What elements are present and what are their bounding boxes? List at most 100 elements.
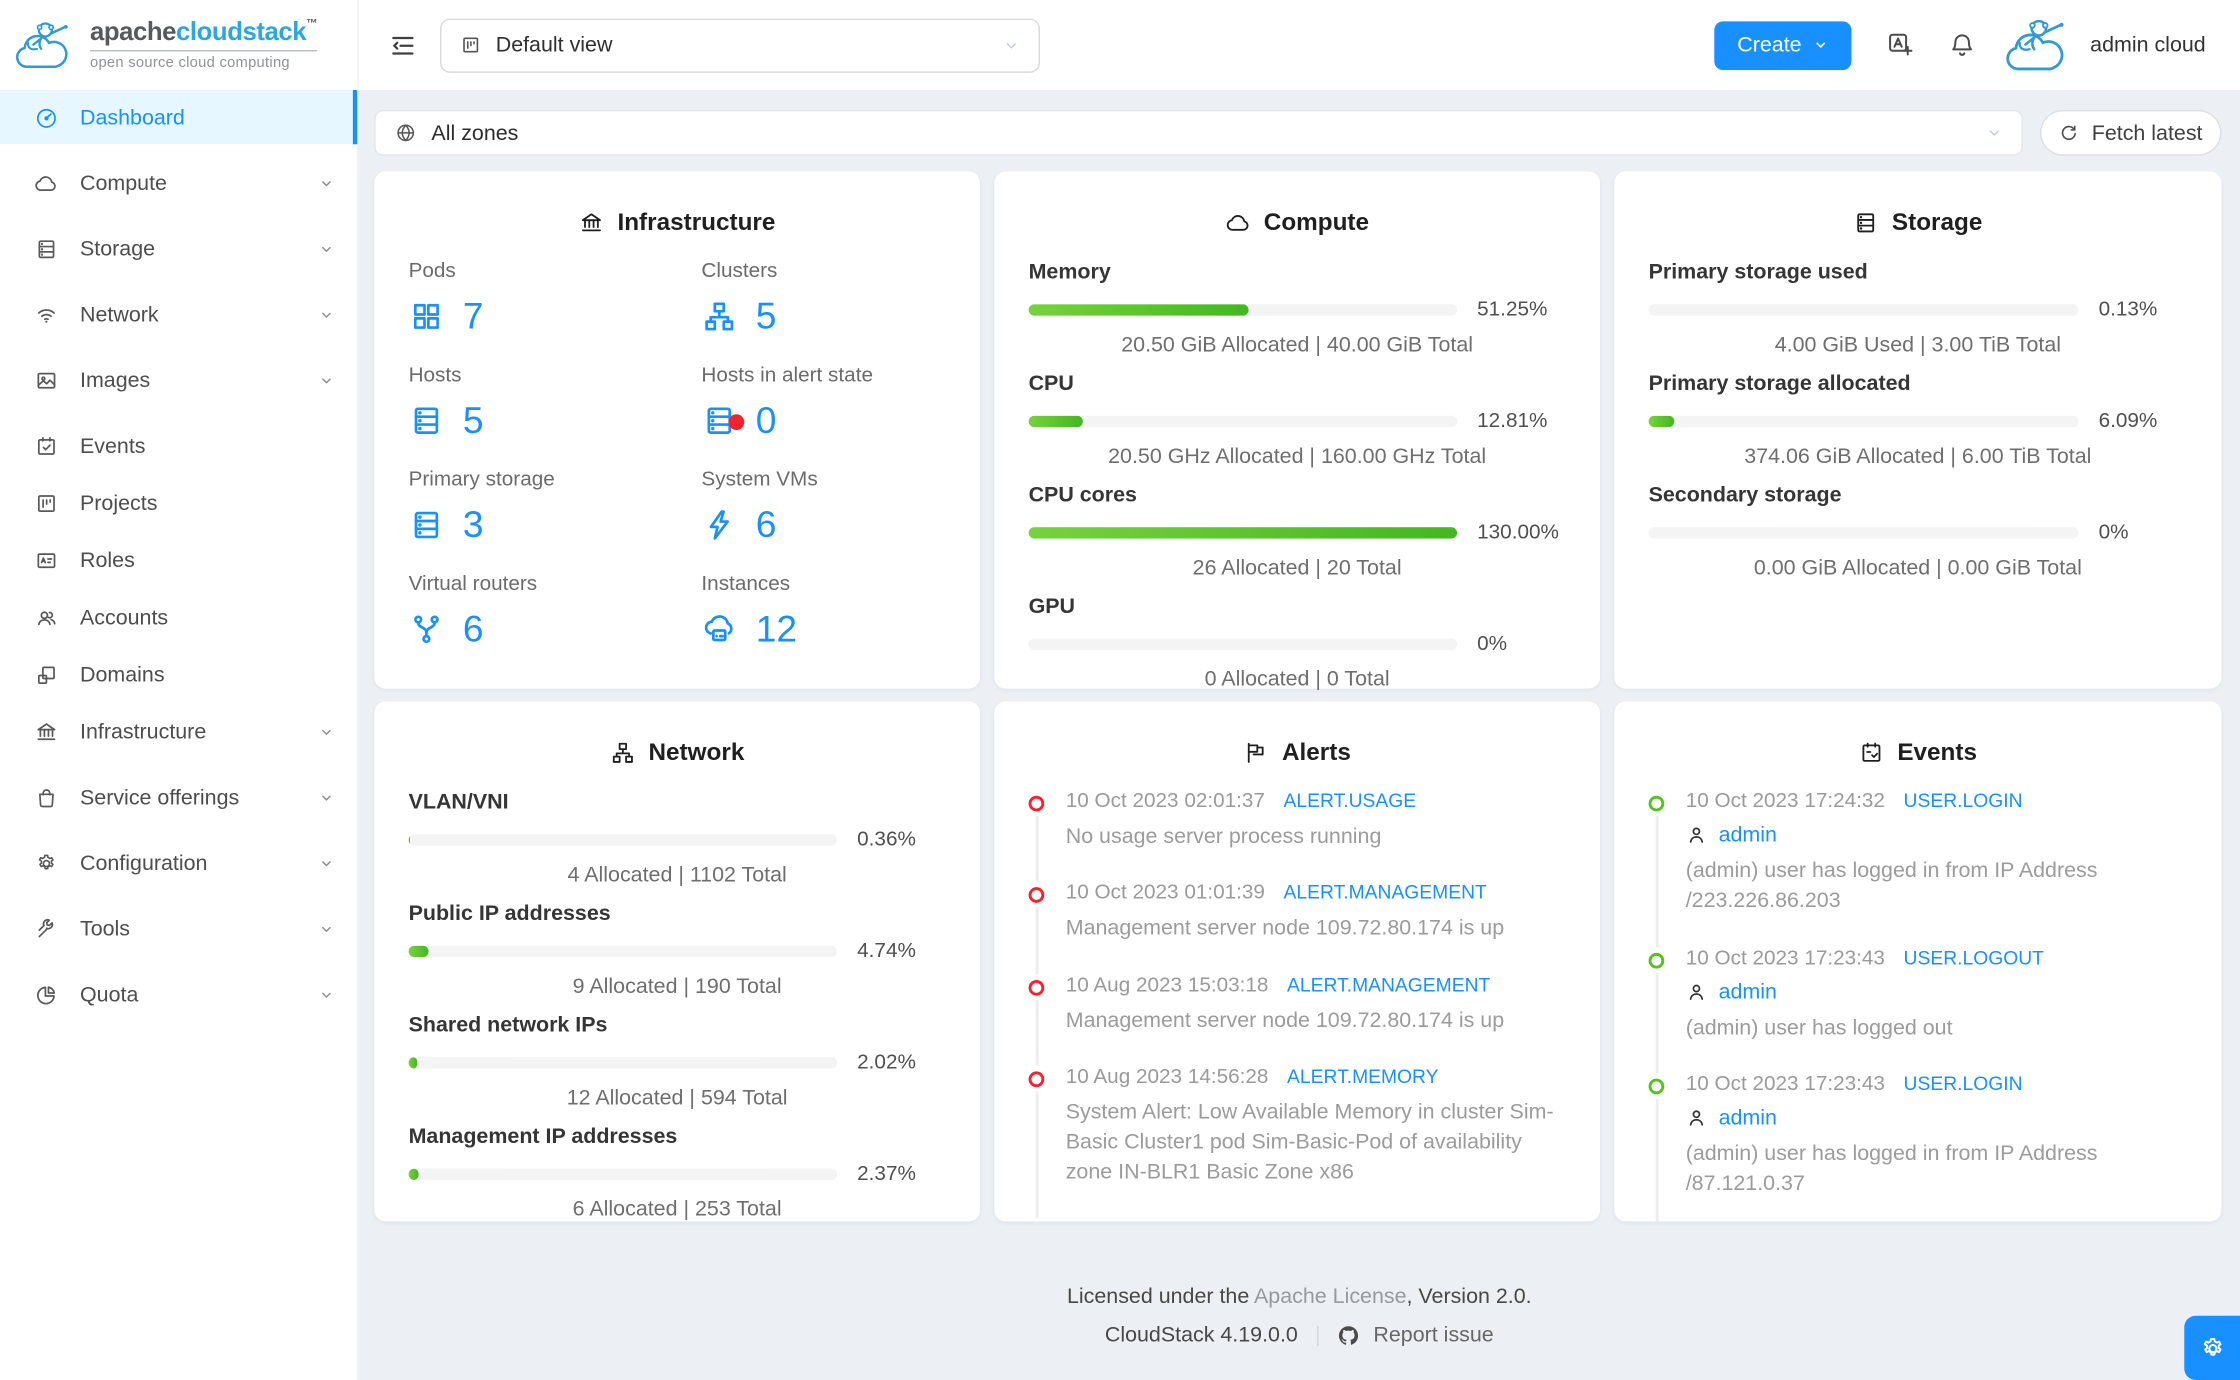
version-line: CloudStack 4.19.0.0 | Report issue	[1104, 1322, 1494, 1348]
stat-hosts: Hosts 5	[408, 364, 484, 442]
sidebar-item-storage[interactable]: Storage	[0, 221, 357, 275]
sidebar-item-compute[interactable]: Compute	[0, 156, 357, 210]
database-icon	[38, 239, 55, 258]
progress-fill	[408, 834, 411, 846]
shopping-icon	[38, 788, 54, 807]
storage-card: Storage Primary storage used 0.13% 4.00 …	[1614, 171, 2222, 689]
progress-bar	[1028, 415, 1458, 428]
fetch-latest-label: Fetch latest	[2091, 120, 2203, 145]
event-user-link[interactable]: admin	[1719, 979, 1777, 1003]
brand-tagline: open source cloud computing	[89, 50, 318, 71]
create-button[interactable]: Create	[1714, 20, 1852, 70]
network-card: Network VLAN/VNI 0.36% 4 Allocated | 110…	[374, 701, 980, 1222]
event-type-link[interactable]: USER.LOGIN	[1904, 1073, 2023, 1094]
translate-icon[interactable]	[1886, 30, 1916, 60]
progress-fill	[1648, 304, 1650, 316]
sidebar-item-service-offerings[interactable]: Service offerings	[0, 770, 357, 824]
user-name[interactable]: admin cloud	[2090, 33, 2206, 57]
alert-item: 10 Aug 2023 14:56:28 ALERT.MEMORY System …	[1028, 1066, 1566, 1219]
progress-fill	[408, 1057, 418, 1069]
stat-value[interactable]: 7	[463, 297, 484, 334]
stat-instances: Instances 12	[701, 572, 798, 650]
progress-bar	[1028, 638, 1458, 650]
sidebar-item-tools[interactable]: Tools	[0, 901, 357, 955]
event-user-link[interactable]: admin	[1719, 823, 1777, 847]
card-title-compute: Compute	[1029, 209, 1566, 238]
event-type-link[interactable]: USER.LOGOUT	[1904, 947, 2044, 968]
sidebar-item-infrastructure[interactable]: Infrastructure	[0, 704, 357, 758]
alert-type-link[interactable]: ALERT.MANAGEMENT	[1287, 974, 1490, 995]
zone-select[interactable]: All zones	[374, 109, 2023, 156]
alert-item: 10 Aug 2023 14:56:00ALERT.MANAGEMENT	[1029, 1218, 1566, 1221]
progress-bar	[1648, 304, 2079, 316]
report-issue-link[interactable]: Report issue	[1373, 1323, 1493, 1347]
alerts-card: Alerts 10 Oct 2023 02:01:37 ALERT.USAGE N…	[994, 701, 1600, 1222]
sidebar-item-network[interactable]: Network	[0, 287, 357, 341]
stat-value[interactable]: 5	[463, 401, 484, 438]
theme-settings-button[interactable]	[2184, 1315, 2240, 1380]
picture-icon	[37, 372, 56, 388]
apache-license-link[interactable]: Apache License	[1254, 1284, 1407, 1308]
sidebar-item-images[interactable]: Images	[0, 353, 357, 407]
team-icon	[37, 610, 56, 625]
sidebar-item-label: Configuration	[79, 850, 208, 875]
wifi-icon	[37, 308, 55, 322]
sidebar-item-label: Projects	[79, 490, 158, 515]
chevron-down-icon	[1006, 42, 1017, 48]
license-line: Licensed under the Apache License, Versi…	[1066, 1284, 1532, 1309]
alert-item: 10 Oct 2023 02:01:37 ALERT.USAGE No usage…	[1028, 790, 1566, 882]
sidebar-item-accounts[interactable]: Accounts	[0, 590, 357, 644]
stat-value[interactable]: 6	[756, 506, 777, 543]
alert-dot	[728, 413, 745, 430]
user-avatar[interactable]	[2003, 14, 2077, 77]
bell-icon[interactable]	[1947, 30, 1977, 60]
fork-icon	[409, 611, 445, 647]
project-icon	[37, 494, 55, 512]
stat-value[interactable]: 6	[463, 610, 484, 647]
sidebar-item-projects[interactable]: Projects	[0, 476, 357, 530]
sidebar-item-label: Accounts	[79, 604, 169, 630]
sidebar-item-domains[interactable]: Domains	[0, 647, 357, 701]
fetch-latest-button[interactable]: Fetch latest	[2039, 109, 2222, 156]
user-icon	[1689, 1110, 1704, 1126]
alert-type-link[interactable]: ALERT.MANAGEMENT	[1287, 1218, 1490, 1221]
gear-icon	[2203, 1337, 2221, 1355]
sidebar-item-roles[interactable]: Roles	[0, 533, 357, 587]
create-button-label: Create	[1737, 32, 1802, 58]
sidebar-item-label: Events	[79, 433, 146, 458]
brand-logo[interactable]: apachecloudstack™ open source cloud comp…	[0, 0, 357, 90]
stat-value[interactable]: 3	[463, 506, 484, 543]
progress-bar	[408, 1057, 838, 1069]
footer: Licensed under the Apache License, Versi…	[359, 1284, 2240, 1347]
stat-value[interactable]: 12	[756, 610, 797, 647]
view-select[interactable]: Default view	[439, 17, 1040, 73]
stat-value[interactable]: 5	[756, 297, 777, 334]
compute-card: Compute Memory 51.25% 20.50 GiB Allocate…	[994, 171, 1600, 691]
stat-value[interactable]: 0	[756, 401, 777, 438]
globe-icon	[397, 124, 415, 142]
chevron-down-icon	[1989, 130, 1999, 136]
progress-primary-allocated: Primary storage allocated 6.09% 374.06 G…	[1648, 371, 2158, 469]
alert-dot-icon	[1028, 1071, 1045, 1087]
sidebar-item-label: Service offerings	[79, 784, 240, 810]
sidebar-item-quota[interactable]: Quota	[0, 967, 357, 1021]
menu-fold-icon[interactable]	[389, 31, 418, 60]
event-dot-icon	[1648, 795, 1665, 812]
sidebar: apachecloudstack™ open source cloud comp…	[0, 0, 359, 1380]
brand-trademark: ™	[306, 17, 318, 31]
idcard-icon	[37, 552, 56, 568]
chevron-down-icon	[322, 991, 331, 997]
event-user-link[interactable]: admin	[1719, 1106, 1777, 1130]
event-type-link[interactable]: USER.LOGIN	[1904, 790, 2023, 811]
progress-management-ip: Management IP addresses 2.37% 6 Allocate…	[408, 1124, 916, 1222]
alert-type-link[interactable]: ALERT.MANAGEMENT	[1284, 882, 1487, 903]
alert-type-link[interactable]: ALERT.USAGE	[1284, 790, 1417, 811]
sidebar-item-configuration[interactable]: Configuration	[0, 836, 357, 890]
event-item: 10 Oct 2023 17:23:43 USER.LOGOUT admin (a…	[1648, 947, 2188, 1073]
progress-fill	[408, 1168, 419, 1180]
version-text: CloudStack 4.19.0.0	[1104, 1322, 1298, 1348]
sidebar-item-dashboard[interactable]: Dashboard	[0, 89, 358, 145]
card-title-infrastructure: Infrastructure	[409, 209, 946, 238]
sidebar-item-events[interactable]: Events	[0, 419, 357, 473]
alert-type-link[interactable]: ALERT.MEMORY	[1287, 1066, 1438, 1087]
